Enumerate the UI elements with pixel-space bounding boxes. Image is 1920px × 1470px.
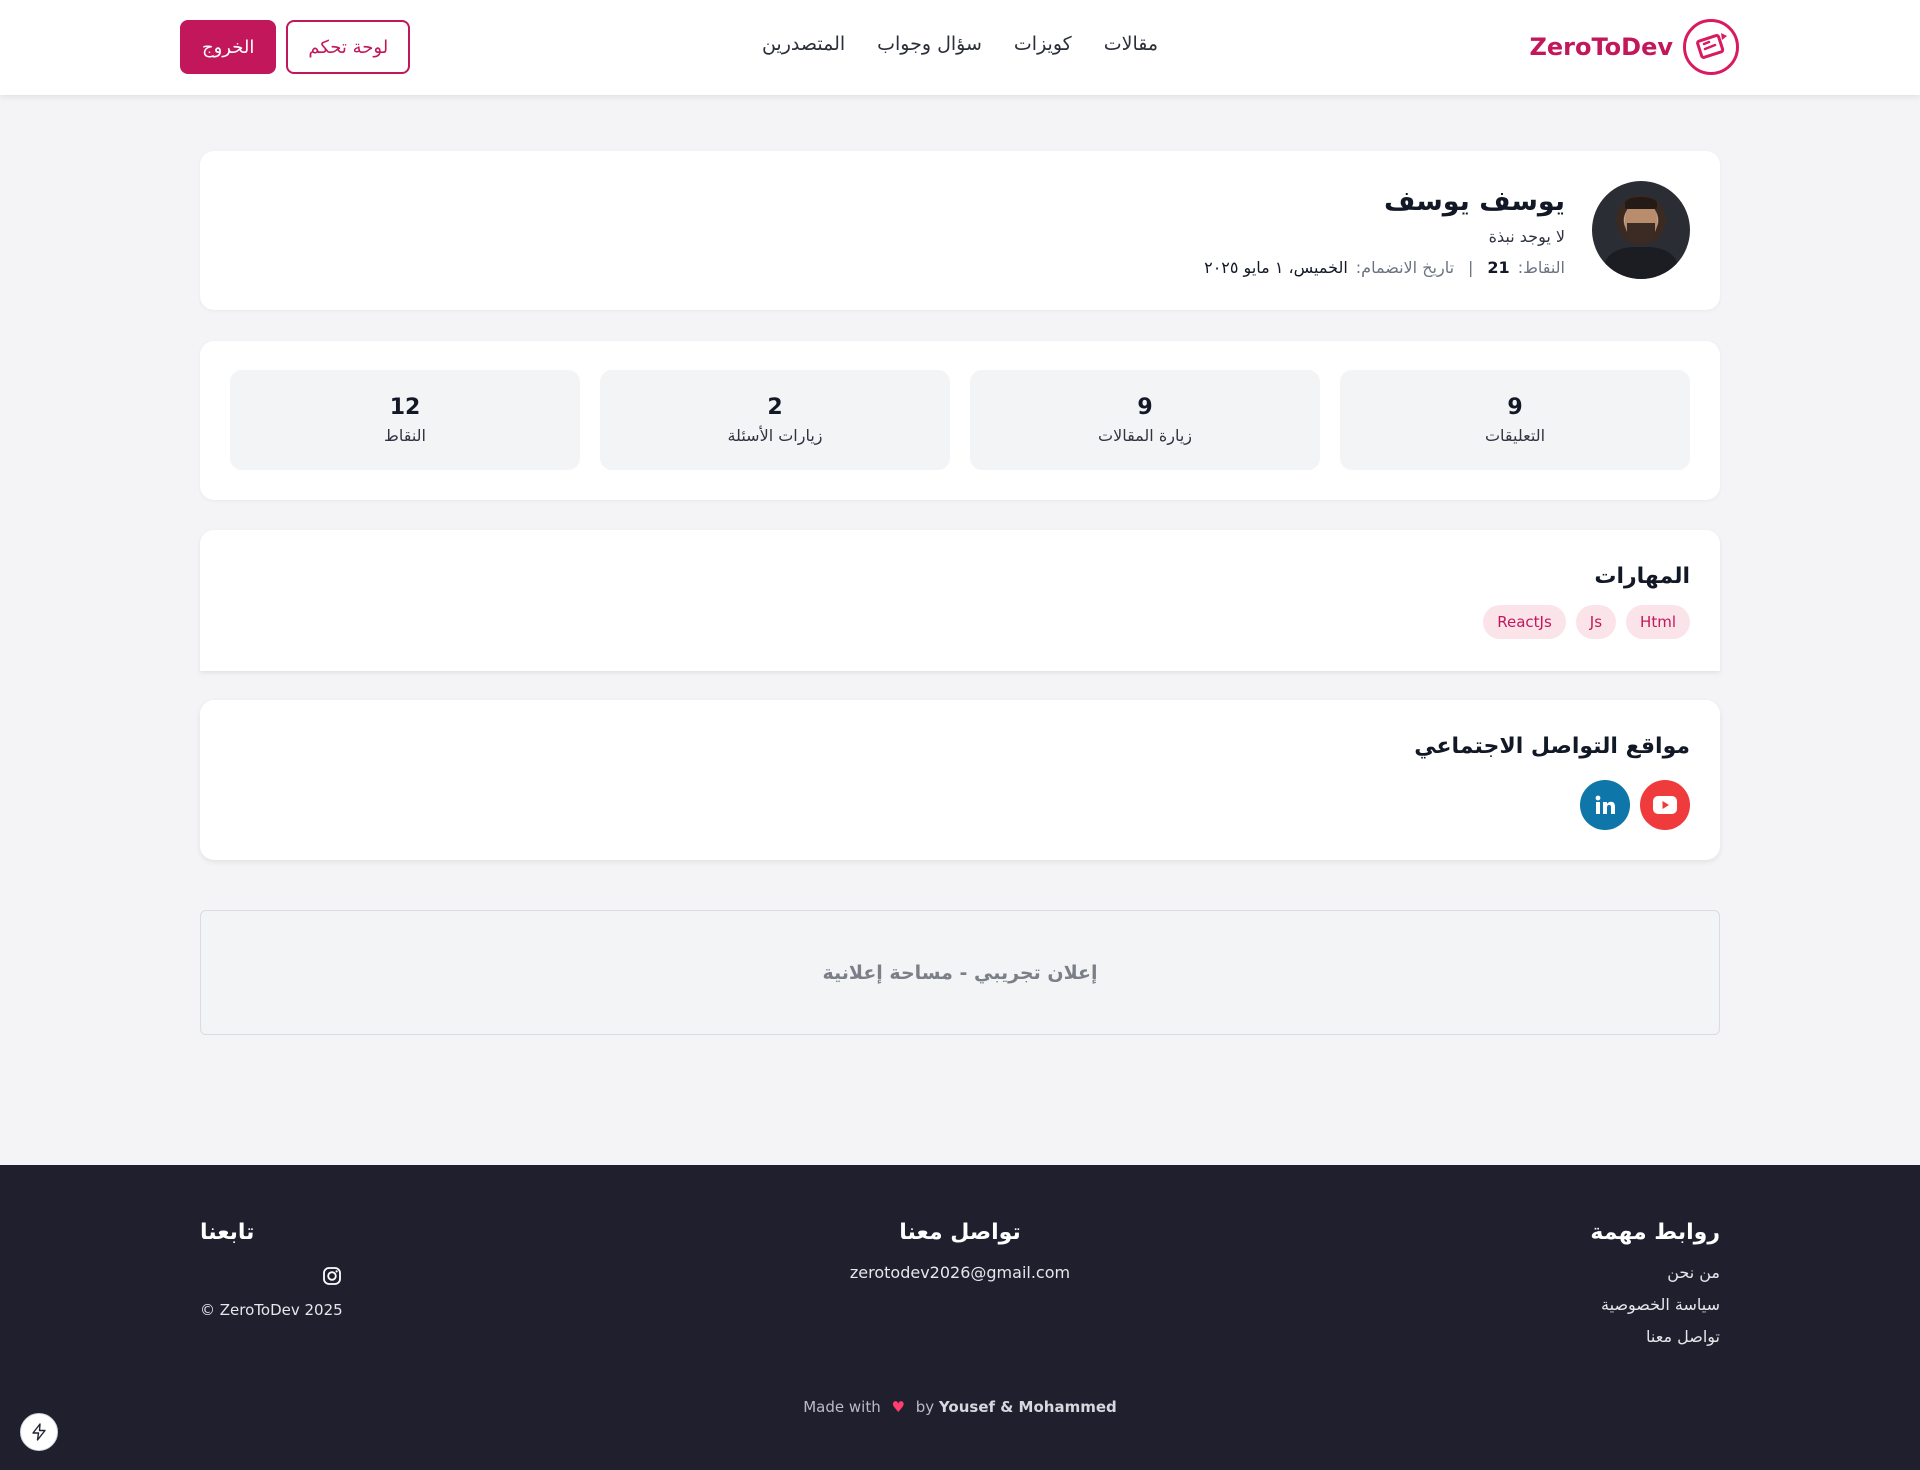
profile-card: يوسف يوسف لا يوجد نبذة النقاط: 21 | تاري…: [200, 151, 1720, 310]
profile-meta: النقاط: 21 | تاريخ الانضمام: الخميس، ١ م…: [1204, 258, 1565, 277]
skills-list: Html Js ReactJs: [1483, 605, 1690, 639]
profile-info: يوسف يوسف لا يوجد نبذة النقاط: 21 | تاري…: [1204, 186, 1565, 277]
stat-article-visits: 9 زيارة المقالات: [970, 370, 1320, 470]
social-card: مواقع التواصل الاجتماعي: [200, 700, 1720, 860]
profile-bio: لا يوجد نبذة: [1488, 227, 1565, 246]
skill-tag: ReactJs: [1483, 605, 1566, 639]
stat-label: النقاط: [384, 426, 426, 445]
ad-placeholder: إعلان تجريبي - مساحة إعلانية: [200, 910, 1720, 1035]
stat-value: 12: [389, 395, 421, 420]
authors: Yousef & Mohammed: [938, 1398, 1117, 1416]
site-footer: روابط مهمة من نحن سياسة الخصوصية تواصل م…: [0, 1165, 1920, 1470]
stat-label: التعليقات: [1484, 426, 1546, 445]
instagram-icon[interactable]: [321, 1265, 343, 1287]
linkedin-icon[interactable]: [1580, 780, 1630, 830]
skill-tag: Js: [1575, 605, 1617, 639]
stats-row: 9 التعليقات 9 زيارة المقالات 2 زيارات ال…: [230, 370, 1690, 470]
points-label: النقاط:: [1517, 258, 1565, 277]
nav-item-articles[interactable]: مقالات: [1104, 33, 1158, 55]
lightning-icon[interactable]: [20, 1413, 58, 1451]
made-with-by: by: [915, 1398, 935, 1416]
stat-label: زيارات الأسئلة: [727, 426, 823, 445]
header-actions: الخروج لوحة تحكم: [180, 20, 411, 74]
points-value: 21: [1487, 258, 1510, 277]
footer-follow-title: تابعنا: [200, 1220, 255, 1245]
footer-link-contact[interactable]: تواصل معنا: [1590, 1327, 1720, 1346]
skills-card: المهارات Html Js ReactJs: [200, 530, 1720, 671]
profile-name: يوسف يوسف: [1384, 186, 1565, 217]
social-title: مواقع التواصل الاجتماعي: [1414, 734, 1690, 759]
stat-value: 2: [767, 395, 783, 420]
footer-link-privacy[interactable]: سياسة الخصوصية: [1590, 1295, 1720, 1314]
meta-separator: |: [1468, 258, 1474, 277]
stat-comments: 9 التعليقات: [1340, 370, 1690, 470]
join-date-value: الخميس، ١ مايو ٢٠٢٥: [1204, 258, 1348, 277]
skills-title: المهارات: [1594, 564, 1690, 589]
stat-value: 9: [1137, 395, 1153, 420]
footer-follow-column: تابعنا © ZeroToDev 2025: [200, 1220, 343, 1319]
stat-label: زيارة المقالات: [1098, 426, 1192, 445]
copyright: © ZeroToDev 2025: [200, 1301, 343, 1319]
avatar: [1592, 181, 1690, 279]
made-with-text: Made with: [803, 1398, 881, 1416]
join-date-label: تاريخ الانضمام:: [1355, 258, 1455, 277]
logout-button[interactable]: الخروج: [180, 20, 277, 74]
heart-icon: ♥: [891, 1398, 905, 1416]
ad-text: إعلان تجريبي - مساحة إعلانية: [822, 961, 1098, 984]
nav-item-qa[interactable]: سؤال وجواب: [877, 33, 982, 55]
nav-item-quizzes[interactable]: كويزات: [1014, 33, 1072, 55]
skill-tag: Html: [1626, 605, 1690, 639]
site-header: ZeroToDev مقالات كويزات سؤال وجواب المتص…: [0, 0, 1920, 95]
stat-points: 12 النقاط: [230, 370, 580, 470]
stat-question-visits: 2 زيارات الأسئلة: [600, 370, 950, 470]
stats-card: 9 التعليقات 9 زيارة المقالات 2 زيارات ال…: [200, 341, 1720, 500]
nav-item-leaderboard[interactable]: المتصدرين: [762, 33, 845, 55]
made-with-credit: Made with ♥ by Yousef & Mohammed: [0, 1398, 1920, 1416]
stat-value: 9: [1507, 395, 1523, 420]
social-icons: [1580, 780, 1690, 830]
youtube-icon[interactable]: [1640, 780, 1690, 830]
dashboard-button[interactable]: لوحة تحكم: [286, 20, 411, 74]
